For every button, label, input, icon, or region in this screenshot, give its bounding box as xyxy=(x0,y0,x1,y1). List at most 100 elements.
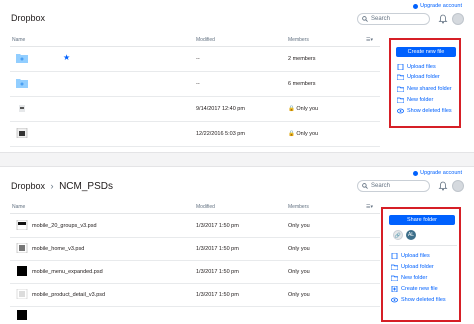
upload-folder-icon xyxy=(390,264,399,271)
table-row[interactable]: mobile_product_detail_v3.psd 1/3/2017 1:… xyxy=(10,283,380,307)
row-modified: 1/3/2017 1:50 pm xyxy=(196,269,239,275)
column-modified[interactable]: Modified xyxy=(196,204,215,210)
list-view-icon[interactable]: ☰▾ xyxy=(366,37,373,43)
breadcrumb-separator: › xyxy=(50,181,54,191)
show-deleted-files-action[interactable]: Show deleted files xyxy=(391,297,446,303)
table-row[interactable]: mobile_menu_expanded.psd 1/3/2017 1:50 p… xyxy=(10,260,380,284)
folder-icon xyxy=(396,97,405,104)
create-new-file-action[interactable]: Create new file xyxy=(391,285,438,293)
search-icon xyxy=(362,16,368,22)
row-name: mobile_20_groups_v3.psd xyxy=(32,223,97,229)
bell-icon[interactable] xyxy=(438,181,448,191)
upload-folder-action[interactable]: Upload folder xyxy=(396,74,440,81)
row-modified: 12/22/2016 5:03 pm xyxy=(196,131,245,137)
divider xyxy=(389,245,457,246)
row-members: Only you xyxy=(288,269,310,275)
eye-icon xyxy=(397,108,404,114)
upload-files-action[interactable]: Upload files xyxy=(391,252,430,260)
table-row[interactable]: ★ -- 2 members xyxy=(10,47,380,72)
psd-file-icon xyxy=(16,220,28,230)
row-modified: 1/3/2017 1:50 pm xyxy=(196,246,239,252)
row-name: mobile_product_detail_v3.psd xyxy=(32,292,106,298)
actions-panel-highlight: Share folder 🔗 AL Upload files Upload fo… xyxy=(381,207,461,322)
actions-panel-highlight: Create new file Upload files Upload fold… xyxy=(389,38,461,128)
column-name[interactable]: Name xyxy=(12,204,25,210)
action-label: Upload files xyxy=(407,64,436,70)
list-view-icon[interactable]: ☰▾ xyxy=(366,204,373,210)
table-row[interactable]: mobile_20_groups_v3.psd 1/3/2017 1:50 pm… xyxy=(10,214,380,238)
column-name[interactable]: Name xyxy=(12,37,25,43)
dropbox-home-pane: Upgrade account Dropbox Search Name Modi… xyxy=(0,0,474,152)
shared-folder-icon xyxy=(16,54,28,63)
search-icon xyxy=(362,183,368,189)
row-members: Only you xyxy=(288,246,310,252)
row-members: 🔒 Only you xyxy=(288,106,318,112)
row-members-label: Only you xyxy=(296,106,319,112)
upload-folder-icon xyxy=(396,74,405,81)
table-row[interactable]: -- 6 members xyxy=(10,72,380,97)
new-folder-action[interactable]: New folder xyxy=(390,275,428,282)
new-folder-action[interactable]: New folder xyxy=(396,97,434,104)
shared-folder-icon xyxy=(16,79,28,88)
star-icon[interactable]: ★ xyxy=(63,53,70,62)
link-icon[interactable]: 🔗 xyxy=(393,230,403,240)
upload-folder-action[interactable]: Upload folder xyxy=(390,264,434,271)
row-name: mobile_home_v3.psd xyxy=(32,246,85,252)
avatar[interactable] xyxy=(452,180,464,192)
table-header: Name Modified Members ☰▾ xyxy=(10,203,380,214)
create-new-file-button[interactable]: Create new file xyxy=(396,47,456,57)
psd-file-icon xyxy=(16,289,28,299)
lock-icon: 🔒 xyxy=(288,131,295,137)
breadcrumb: Dropbox › NCM_PSDs xyxy=(11,181,113,192)
row-members-label: Only you xyxy=(296,131,319,137)
table-row[interactable]: 12/22/2016 5:03 pm 🔒 Only you xyxy=(10,122,380,147)
search-input[interactable]: Search xyxy=(357,13,430,25)
lock-icon: 🔒 xyxy=(288,106,295,112)
row-members: 2 members xyxy=(288,56,316,62)
bell-icon[interactable] xyxy=(438,14,448,24)
table-row[interactable]: mobile_home_v3.psd 1/3/2017 1:50 pm Only… xyxy=(10,237,380,261)
column-members[interactable]: Members xyxy=(288,204,309,210)
row-modified: -- xyxy=(196,81,200,87)
upgrade-account-link[interactable]: Upgrade account xyxy=(413,3,462,9)
action-label: New folder xyxy=(407,97,434,103)
upgrade-icon xyxy=(413,170,419,176)
upgrade-label: Upgrade account xyxy=(420,3,462,9)
new-shared-folder-action[interactable]: New shared folder xyxy=(396,86,452,93)
search-placeholder: Search xyxy=(371,16,391,22)
folder-pane: Upgrade account Dropbox › NCM_PSDs Searc… xyxy=(0,167,474,324)
upload-files-action[interactable]: Upload files xyxy=(397,63,436,71)
action-label: New folder xyxy=(401,275,428,281)
row-members: Only you xyxy=(288,292,310,298)
action-label: Upload folder xyxy=(401,264,434,270)
share-folder-button[interactable]: Share folder xyxy=(389,215,455,225)
row-modified: 1/3/2017 1:50 pm xyxy=(196,292,239,298)
search-input[interactable]: Search xyxy=(357,180,430,192)
breadcrumb-root[interactable]: Dropbox xyxy=(11,181,45,191)
action-label: Show deleted files xyxy=(401,297,446,303)
show-deleted-files-action[interactable]: Show deleted files xyxy=(397,108,452,114)
file-icon xyxy=(19,105,25,112)
upgrade-icon xyxy=(413,3,419,9)
screenshot-divider xyxy=(0,152,474,167)
upgrade-account-link[interactable]: Upgrade account xyxy=(413,170,462,176)
row-members: 🔒 Only you xyxy=(288,131,318,137)
shared-folder-icon xyxy=(396,86,405,93)
breadcrumb-current: NCM_PSDs xyxy=(59,181,113,192)
new-file-icon xyxy=(391,285,398,293)
member-avatar[interactable]: AL xyxy=(406,230,416,240)
table-row[interactable] xyxy=(10,306,380,324)
column-modified[interactable]: Modified xyxy=(196,37,215,43)
row-members: Only you xyxy=(288,223,310,229)
action-label: Upload folder xyxy=(407,74,440,80)
search-placeholder: Search xyxy=(371,183,391,189)
column-members[interactable]: Members xyxy=(288,37,309,43)
avatar[interactable] xyxy=(452,13,464,25)
row-modified: -- xyxy=(196,56,200,62)
row-members: 6 members xyxy=(288,81,316,87)
upload-files-icon xyxy=(391,252,398,260)
table-row[interactable]: 9/14/2017 12:40 pm 🔒 Only you xyxy=(10,97,380,122)
action-label: Create new file xyxy=(401,286,438,292)
row-name: mobile_menu_expanded.psd xyxy=(32,269,103,275)
image-file-icon xyxy=(16,128,28,138)
